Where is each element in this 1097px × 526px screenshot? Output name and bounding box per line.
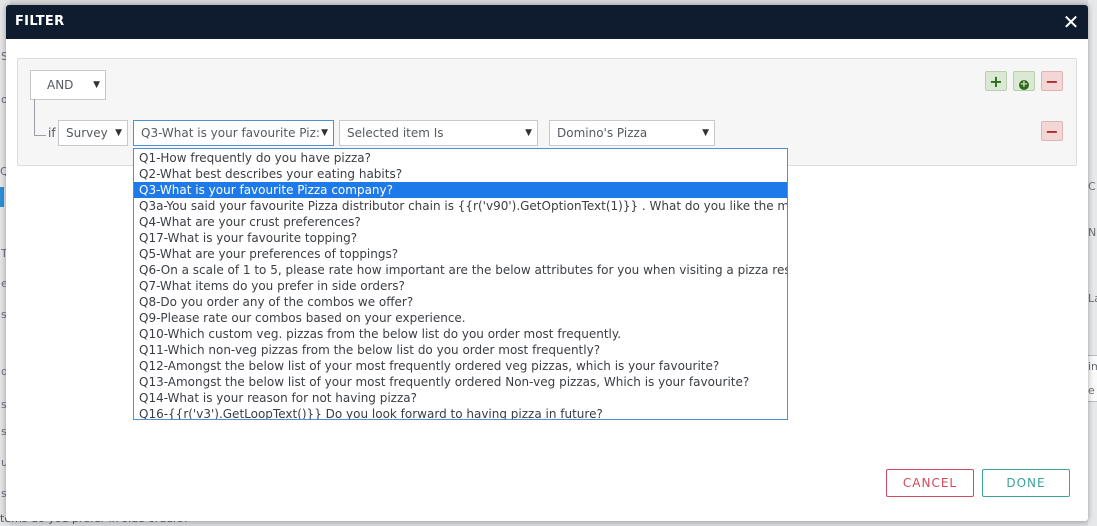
remove-group-button[interactable]: −	[1041, 71, 1063, 91]
plus-circle-icon: +	[1019, 79, 1029, 90]
dropdown-option[interactable]: Q11-Which non-veg pizzas from the below …	[134, 342, 787, 358]
dropdown-option[interactable]: Q14-What is your reason for not having p…	[134, 390, 787, 406]
tree-connector	[34, 135, 46, 136]
background-text: C	[1088, 180, 1096, 193]
value-select[interactable]: Domino's Pizza ▼	[549, 120, 715, 146]
dropdown-option[interactable]: Q7-What items do you prefer in side orde…	[134, 278, 787, 294]
modal-title: FILTER	[15, 14, 65, 29]
source-select-value: Survey	[66, 126, 108, 140]
filter-modal: FILTER ✕ AND ▼ if Survey ▼ Q3-What is yo…	[6, 5, 1088, 521]
if-label: if	[48, 126, 56, 140]
plus-icon: +	[989, 72, 1003, 91]
background-text: e	[1088, 384, 1095, 397]
close-icon[interactable]: ✕	[1060, 11, 1082, 33]
chevron-down-icon: ▼	[702, 128, 709, 138]
dropdown-option[interactable]: Q17-What is your favourite topping?	[134, 230, 787, 246]
chevron-down-icon: ▼	[525, 128, 532, 138]
done-button[interactable]: DONE	[982, 469, 1070, 497]
logic-operator-value: AND	[47, 78, 74, 92]
modal-header: FILTER ✕	[6, 5, 1088, 39]
dropdown-option[interactable]: Q5-What are your preferences of toppings…	[134, 246, 787, 262]
dropdown-option[interactable]: Q3a-You said your favourite Pizza distri…	[134, 198, 787, 214]
dropdown-option[interactable]: Q9-Please rate our combos based on your …	[134, 310, 787, 326]
question-select-value: Q3-What is your favourite Piz:	[141, 126, 320, 140]
background-accent-bar	[0, 187, 4, 207]
question-select[interactable]: Q3-What is your favourite Piz: ▼	[133, 120, 334, 146]
add-condition-button[interactable]: +	[985, 71, 1007, 91]
dropdown-option[interactable]: Q16-{{r('v3').GetLoopText()}} Do you loo…	[134, 406, 787, 419]
logic-operator-select[interactable]: AND ▼	[30, 70, 106, 100]
background-text: La	[1088, 292, 1097, 305]
source-select[interactable]: Survey ▼	[58, 120, 128, 146]
background-text: N	[1088, 226, 1097, 239]
chevron-down-icon: ▼	[321, 128, 328, 138]
add-group-button[interactable]: +	[1013, 71, 1035, 91]
dropdown-option[interactable]: Q2-What best describes your eating habit…	[134, 166, 787, 182]
dropdown-option[interactable]: Q1-How frequently do you have pizza?	[134, 150, 787, 166]
remove-condition-button[interactable]: −	[1041, 121, 1063, 141]
minus-icon: −	[1045, 72, 1059, 91]
chevron-down-icon: ▼	[93, 80, 100, 90]
dropdown-option-selected[interactable]: Q3-What is your favourite Pizza company?	[134, 182, 787, 198]
value-select-value: Domino's Pizza	[557, 126, 648, 140]
condition-select[interactable]: Selected item Is ▼	[339, 120, 538, 146]
dropdown-option[interactable]: Q8-Do you order any of the combos we off…	[134, 294, 787, 310]
chevron-down-icon: ▼	[115, 128, 122, 138]
condition-select-value: Selected item Is	[347, 126, 444, 140]
cancel-button[interactable]: CANCEL	[886, 469, 974, 497]
background-text: im	[1088, 360, 1097, 373]
dropdown-option[interactable]: Q12-Amongst the below list of your most …	[134, 358, 787, 374]
tree-connector	[34, 99, 35, 135]
dropdown-option[interactable]: Q4-What are your crust preferences?	[134, 214, 787, 230]
minus-icon: −	[1045, 122, 1059, 141]
dropdown-option[interactable]: Q13-Amongst the below list of your most …	[134, 374, 787, 390]
dropdown-option[interactable]: Q6-On a scale of 1 to 5, please rate how…	[134, 262, 787, 278]
dropdown-option[interactable]: Q10-Which custom veg. pizzas from the be…	[134, 326, 787, 342]
background-right-strip	[1088, 0, 1097, 526]
question-dropdown-list[interactable]: Q1-How frequently do you have pizza? Q2-…	[133, 148, 788, 420]
